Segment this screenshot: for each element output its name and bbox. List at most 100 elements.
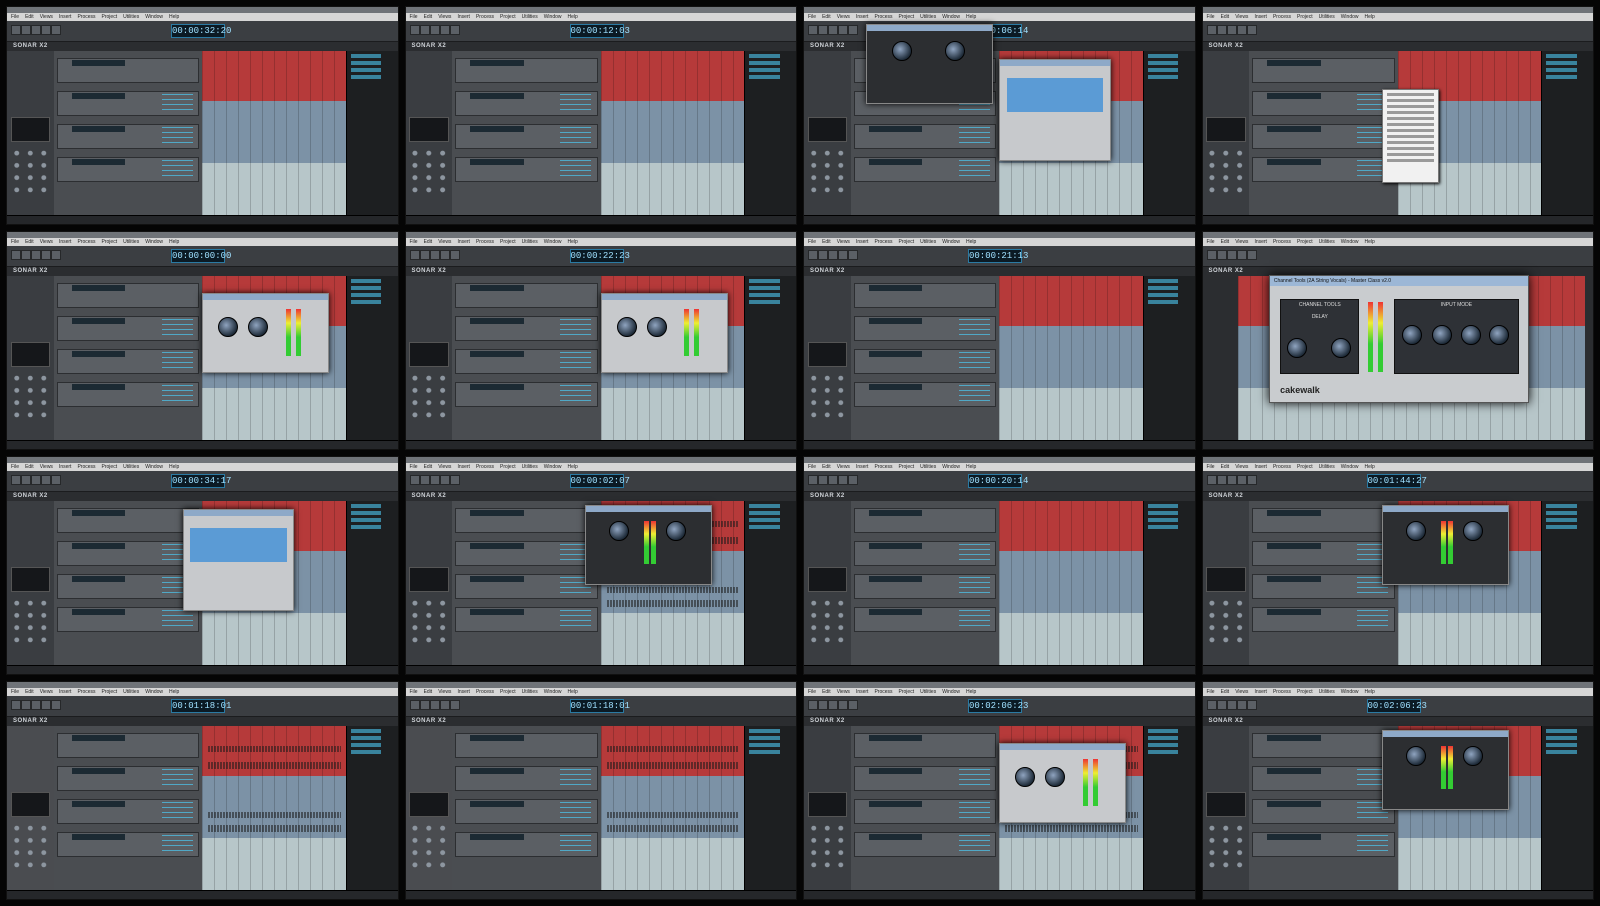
browser-item[interactable]: [1546, 511, 1577, 515]
knob-control[interactable]: [646, 317, 667, 338]
tool-icon[interactable]: [419, 475, 430, 485]
knob-control[interactable]: [248, 317, 269, 338]
menu-item[interactable]: File: [808, 14, 816, 20]
browser-item[interactable]: [1147, 504, 1179, 508]
menu-item[interactable]: Window: [1341, 689, 1359, 695]
menu-item[interactable]: Edit: [1221, 464, 1230, 470]
menu-item[interactable]: Help: [169, 14, 179, 20]
track-row[interactable]: [56, 540, 200, 566]
browser-item[interactable]: [1147, 75, 1179, 79]
track-name-field[interactable]: [71, 801, 126, 807]
clips-pane[interactable]: [999, 501, 1144, 666]
track-name-field[interactable]: [1267, 609, 1321, 615]
menu-item[interactable]: Insert: [1254, 239, 1267, 245]
track-row[interactable]: [56, 507, 200, 533]
menu-item[interactable]: Insert: [59, 14, 72, 20]
track-row[interactable]: [56, 606, 200, 632]
menu-item[interactable]: Edit: [25, 464, 34, 470]
fx-bin[interactable]: [958, 543, 990, 561]
tool-icon[interactable]: [808, 475, 818, 485]
fx-bin[interactable]: [560, 93, 592, 111]
knob-control[interactable]: [616, 317, 637, 338]
browser-item[interactable]: [749, 518, 780, 522]
track-row[interactable]: [853, 381, 997, 407]
menu-item[interactable]: Views: [1235, 239, 1248, 245]
knob-bank[interactable]: [1205, 821, 1247, 872]
track-name-field[interactable]: [71, 576, 126, 582]
plugin-window[interactable]: [585, 504, 713, 585]
tool-icon[interactable]: [429, 475, 440, 485]
knob-control[interactable]: [1488, 324, 1509, 345]
clips-pane[interactable]: [202, 51, 347, 216]
knob-control[interactable]: [1405, 521, 1426, 542]
menu-item[interactable]: Insert: [59, 464, 72, 470]
knob-bank[interactable]: [806, 146, 849, 197]
tool-icon[interactable]: [31, 250, 41, 260]
track-row[interactable]: [56, 348, 200, 374]
track-row[interactable]: [56, 798, 200, 824]
track-name-field[interactable]: [868, 384, 923, 390]
knob-control[interactable]: [892, 40, 913, 61]
menu-item[interactable]: File: [1207, 14, 1215, 20]
menu-item[interactable]: Project: [899, 464, 915, 470]
track-name-field[interactable]: [470, 768, 524, 774]
menu-item[interactable]: Utilities: [522, 464, 538, 470]
tool-icon[interactable]: [409, 25, 420, 35]
browser-item[interactable]: [1546, 750, 1577, 754]
track-row[interactable]: [56, 282, 200, 308]
record-icon[interactable]: [449, 700, 460, 710]
browser-item[interactable]: [350, 61, 382, 65]
track-row[interactable]: [853, 732, 997, 758]
knob-control[interactable]: [666, 521, 687, 542]
record-icon[interactable]: [848, 250, 858, 260]
track-row[interactable]: [56, 123, 200, 149]
track-row[interactable]: [853, 123, 997, 149]
menu-item[interactable]: File: [11, 464, 19, 470]
menu-item[interactable]: [1387, 123, 1434, 127]
tool-icon[interactable]: [818, 475, 828, 485]
record-icon[interactable]: [848, 25, 858, 35]
track-row[interactable]: [455, 831, 598, 857]
browser-item[interactable]: [749, 750, 780, 754]
menu-item[interactable]: Insert: [59, 689, 72, 695]
menu-item[interactable]: Process: [77, 464, 95, 470]
track-name-field[interactable]: [868, 126, 923, 132]
browser-item[interactable]: [350, 743, 382, 747]
play-icon[interactable]: [41, 700, 51, 710]
menu-item[interactable]: Process: [77, 239, 95, 245]
menu-item[interactable]: Project: [500, 689, 516, 695]
plugin-window[interactable]: [866, 24, 994, 105]
track-name-field[interactable]: [71, 735, 126, 741]
menu-item[interactable]: Project: [899, 239, 915, 245]
menu-item[interactable]: Process: [476, 689, 494, 695]
tool-icon[interactable]: [11, 700, 21, 710]
tool-icon[interactable]: [1206, 475, 1217, 485]
fx-bin[interactable]: [560, 609, 592, 627]
menu-item[interactable]: Window: [544, 239, 562, 245]
menu-item[interactable]: Utilities: [522, 239, 538, 245]
track-row[interactable]: [455, 765, 598, 791]
track-row[interactable]: [455, 90, 598, 116]
tool-icon[interactable]: [1206, 25, 1217, 35]
record-icon[interactable]: [51, 250, 61, 260]
track-row[interactable]: [455, 573, 598, 599]
browser-item[interactable]: [749, 743, 780, 747]
menu-item[interactable]: [1387, 141, 1434, 145]
track-name-field[interactable]: [470, 609, 524, 615]
browser-item[interactable]: [1147, 293, 1179, 297]
menu-item[interactable]: Process: [874, 689, 892, 695]
browser-item[interactable]: [749, 61, 780, 65]
browser-item[interactable]: [1147, 300, 1179, 304]
browser-item[interactable]: [350, 525, 382, 529]
track-name-field[interactable]: [868, 543, 923, 549]
browser-item[interactable]: [749, 504, 780, 508]
menu-item[interactable]: Views: [837, 14, 850, 20]
knob-bank[interactable]: [408, 596, 450, 647]
track-row[interactable]: [853, 156, 997, 182]
knob-control[interactable]: [1463, 521, 1484, 542]
plugin-titlebar[interactable]: [1000, 60, 1110, 67]
tool-icon[interactable]: [21, 25, 31, 35]
browser-item[interactable]: [350, 518, 382, 522]
tool-icon[interactable]: [21, 475, 31, 485]
tool-icon[interactable]: [419, 250, 430, 260]
